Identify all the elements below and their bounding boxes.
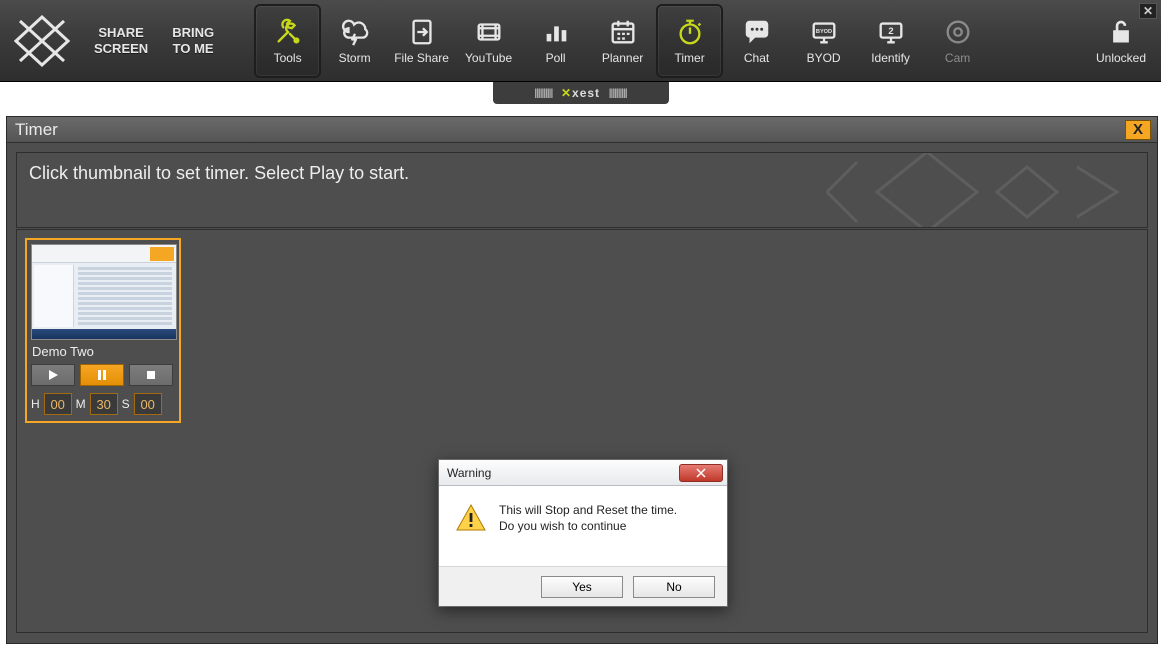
monitor-byod-icon: BYOD [806,16,842,48]
toolbar-item-byod[interactable]: BYOD BYOD [790,4,857,78]
dialog-message-line1: This will Stop and Reset the time. [499,502,677,518]
svg-text:BYOD: BYOD [815,29,831,35]
thumbnail-caption: Demo Two [32,344,175,359]
chat-bubble-icon [739,16,775,48]
panel-title: Timer [15,120,58,140]
top-toolbar: ✕ SHARE SCREEN BRING TO ME Tools Storm [0,0,1161,82]
minutes-label: M [76,397,86,411]
toolbar-item-youtube[interactable]: YouTube [455,4,522,78]
toolbar-item-planner[interactable]: Planner [589,4,656,78]
pause-button[interactable] [80,364,124,386]
minutes-field[interactable]: 30 [90,393,118,415]
stopwatch-icon [672,16,708,48]
toolbar-item-storm[interactable]: Storm [321,4,388,78]
hours-field[interactable]: 00 [44,393,72,415]
client-thumbnail[interactable] [31,244,177,340]
warning-dialog: Warning This will Stop and Reset the tim… [438,459,728,607]
play-icon [46,368,60,382]
dialog-no-button[interactable]: No [633,576,715,598]
toolbar-item-label: BYOD [807,51,841,65]
brand-handle[interactable]: |||||||||| ✕xest |||||||||| [493,82,669,104]
dialog-titlebar: Warning [439,460,727,486]
lock-label: Unlocked [1096,51,1146,65]
toolbar-item-label: File Share [394,51,449,65]
toolbar-item-label: Timer [674,51,704,65]
toolbar-item-label: YouTube [465,51,512,65]
app-close-button[interactable]: ✕ [1139,3,1157,19]
brand-logo [0,15,84,67]
cloud-lightning-icon [337,16,373,48]
toolbar-item-label: Planner [602,51,643,65]
stop-button[interactable] [129,364,173,386]
toolbar-items: Tools Storm File Share [254,4,991,78]
decoration-icon [817,152,1148,228]
instruction-bar: Click thumbnail to set timer. Select Pla… [16,152,1148,228]
stop-icon [144,368,158,382]
file-arrow-icon [404,16,440,48]
dialog-close-button[interactable] [679,464,723,482]
wrench-icon [270,16,306,48]
calendar-icon [605,16,641,48]
dialog-message-line2: Do you wish to continue [499,518,677,534]
seconds-field[interactable]: 00 [134,393,162,415]
svg-text:2: 2 [888,26,893,36]
bring-to-me-button[interactable]: BRING TO ME [162,25,224,57]
toolbar-item-cam[interactable]: Cam [924,4,991,78]
timer-card: Demo Two H 00 M 30 S 00 [25,238,181,423]
toolbar-item-fileshare[interactable]: File Share [388,4,455,78]
toolbar-item-label: Storm [339,51,371,65]
instruction-text: Click thumbnail to set timer. Select Pla… [29,163,409,183]
hours-label: H [31,397,40,411]
toolbar-item-label: Tools [274,51,302,65]
monitor-number-icon: 2 [873,16,909,48]
dialog-yes-button[interactable]: Yes [541,576,623,598]
camera-icon [940,16,976,48]
toolbar-item-tools[interactable]: Tools [254,4,321,78]
dialog-title: Warning [447,466,491,480]
share-screen-button[interactable]: SHARE SCREEN [84,25,158,57]
toolbar-item-poll[interactable]: Poll [522,4,589,78]
toolbar-item-label: Cam [945,51,970,65]
toolbar-item-label: Chat [744,51,769,65]
warning-triangle-icon [455,502,487,538]
film-icon [471,16,507,48]
toolbar-item-chat[interactable]: Chat [723,4,790,78]
bar-chart-icon [538,16,574,48]
pause-icon [95,368,109,382]
toolbar-item-label: Identify [871,51,910,65]
play-button[interactable] [31,364,75,386]
toolbar-item-identify[interactable]: 2 Identify [857,4,924,78]
toolbar-item-label: Poll [546,51,566,65]
toolbar-item-timer[interactable]: Timer [656,4,723,78]
panel-titlebar: Timer X [7,117,1157,143]
panel-close-button[interactable]: X [1125,120,1151,140]
seconds-label: S [122,397,130,411]
close-icon [696,468,706,478]
lock-open-icon [1103,16,1139,48]
